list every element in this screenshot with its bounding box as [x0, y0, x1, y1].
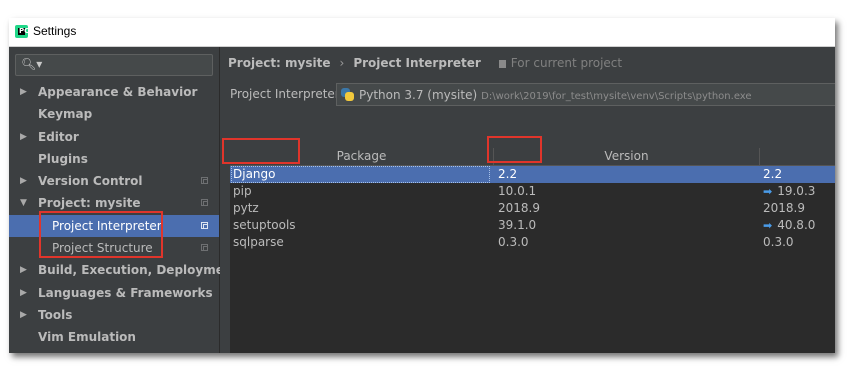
- column-divider[interactable]: [759, 148, 760, 165]
- package-latest: 2018.9: [763, 201, 805, 215]
- table-row[interactable]: setuptools 39.1.0 ➡ 40.8.0: [230, 217, 835, 234]
- collapse-arrow-icon[interactable]: ▼: [20, 192, 27, 214]
- settings-sidebar: 🔍︎▾ ▶ Appearance & Behavior Keymap ▶ Edi…: [9, 47, 238, 353]
- breadcrumb-project: Project: mysite: [228, 56, 331, 70]
- expand-arrow-icon[interactable]: ▶: [20, 304, 27, 326]
- search-input[interactable]: 🔍︎▾: [15, 54, 213, 76]
- package-version: 2018.9: [498, 201, 540, 215]
- package-latest: 40.8.0: [777, 218, 816, 232]
- sidebar-item-appearance-behavior[interactable]: ▶ Appearance & Behavior: [9, 81, 219, 103]
- project-scope-icon: [201, 222, 208, 229]
- table-header: Package Version: [230, 148, 835, 166]
- package-version: 2.2: [498, 167, 518, 181]
- sidebar-item-tools[interactable]: ▶ Tools: [9, 304, 219, 326]
- package-name: Django: [231, 166, 490, 183]
- sidebar-item-editor[interactable]: ▶ Editor: [9, 126, 219, 148]
- search-icon[interactable]: 🔍︎▾: [21, 57, 42, 71]
- project-scope-icon: [201, 244, 208, 251]
- settings-content: Project: mysite › Project Interpreter For c…: [220, 47, 835, 353]
- column-header-version[interactable]: Version: [494, 149, 759, 163]
- title-bar: PC Settings: [9, 18, 835, 47]
- expand-arrow-icon[interactable]: ▶: [20, 81, 27, 103]
- breadcrumb: Project: mysite › Project Interpreter For c…: [228, 56, 622, 70]
- column-header-package[interactable]: Package: [230, 149, 493, 163]
- package-version: 10.0.1: [498, 184, 537, 198]
- expand-arrow-icon[interactable]: ▶: [20, 282, 27, 304]
- sidebar-item-vim-emulation[interactable]: Vim Emulation: [9, 326, 219, 348]
- sidebar-item-version-control[interactable]: ▶ Version Control: [9, 170, 219, 192]
- interpreter-name: Python 3.7 (mysite): [359, 88, 478, 102]
- table-row[interactable]: pytz 2018.9 2018.9: [230, 200, 835, 217]
- table-row[interactable]: sqlparse 0.3.0 0.3.0: [230, 234, 835, 251]
- table-row[interactable]: pip 10.0.1 ➡ 19.0.3: [230, 183, 835, 200]
- sidebar-item-build-execution-deployment[interactable]: ▶ Build, Execution, Deployment: [9, 259, 238, 281]
- package-latest: 19.0.3: [777, 184, 816, 198]
- window-title: Settings: [33, 24, 77, 38]
- sidebar-item-project-interpreter[interactable]: Project Interpreter: [9, 215, 219, 237]
- settings-window: PC Settings 🔍︎▾ ▶ Appearance & Behavior …: [9, 18, 835, 353]
- breadcrumb-page: Project Interpreter: [353, 56, 481, 70]
- upgrade-arrow-icon[interactable]: ➡: [763, 219, 772, 232]
- package-name: pip: [233, 184, 252, 198]
- sidebar-item-plugins[interactable]: Plugins: [9, 148, 219, 170]
- sidebar-item-project-structure[interactable]: Project Structure: [9, 237, 219, 259]
- upgrade-arrow-icon[interactable]: ➡: [763, 185, 772, 198]
- packages-table[interactable]: Package Version Django 2.2 2.2 pip 10.0.…: [230, 148, 835, 353]
- project-scope-icon: [498, 60, 506, 68]
- package-name: pytz: [233, 201, 259, 215]
- expand-arrow-icon[interactable]: ▶: [20, 170, 27, 192]
- package-version: 39.1.0: [498, 218, 537, 232]
- package-latest: 0.3.0: [763, 235, 794, 249]
- expand-arrow-icon[interactable]: ▶: [20, 126, 27, 148]
- package-latest: 2.2: [763, 167, 783, 181]
- interpreter-path: D:\work\2019\for_test\mysite\venv\Script…: [481, 91, 752, 102]
- interpreter-select[interactable]: Python 3.7 (mysite) D:\work\2019\for_test…: [336, 83, 835, 106]
- sidebar-item-languages-frameworks[interactable]: ▶ Languages & Frameworks: [9, 282, 219, 304]
- expand-arrow-icon[interactable]: ▶: [20, 259, 27, 281]
- project-scope-icon: [201, 199, 208, 206]
- table-row[interactable]: Django 2.2 2.2: [230, 166, 835, 183]
- package-name: setuptools: [233, 218, 296, 232]
- package-version: 0.3.0: [498, 235, 529, 249]
- package-name: sqlparse: [233, 235, 284, 249]
- scope-note: For current project: [498, 56, 622, 70]
- pycharm-app-icon: PC: [15, 25, 29, 38]
- interpreter-label: Project Interpreter:: [230, 87, 344, 101]
- python-icon: [341, 88, 354, 101]
- sidebar-item-keymap[interactable]: Keymap: [9, 103, 219, 125]
- project-scope-icon: [201, 177, 208, 184]
- sidebar-item-project-mysite[interactable]: ▼ Project: mysite: [9, 192, 219, 214]
- breadcrumb-separator: ›: [339, 56, 345, 70]
